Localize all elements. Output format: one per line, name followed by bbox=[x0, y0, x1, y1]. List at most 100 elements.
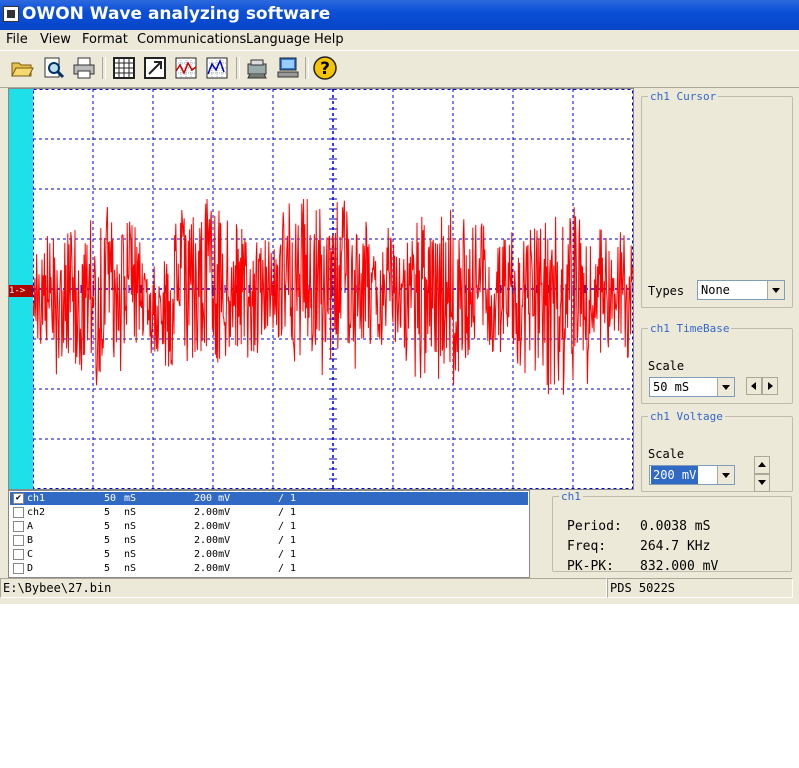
cursor-types-select[interactable]: None bbox=[697, 280, 785, 300]
waveform-plot bbox=[33, 89, 633, 489]
channel-time: 5 bbox=[104, 535, 111, 546]
pkpk-label: PK-PK: bbox=[567, 559, 614, 574]
channel-probe: / 1 bbox=[278, 535, 297, 546]
channel-probe: / 1 bbox=[278, 507, 297, 518]
toolbar-separator bbox=[102, 57, 106, 79]
menu-help[interactable]: Help bbox=[314, 32, 344, 47]
voltage-scale-value: 200 mV bbox=[651, 466, 699, 484]
channel-name: C bbox=[27, 549, 34, 560]
chevron-down-icon[interactable] bbox=[717, 466, 734, 484]
status-file-path: E:\Bybee\27.bin bbox=[0, 578, 607, 598]
channel-checkbox[interactable] bbox=[13, 549, 24, 560]
menu-view[interactable]: View bbox=[40, 32, 71, 47]
channel-volt: 2.00mV bbox=[194, 535, 231, 546]
table-icon[interactable] bbox=[112, 56, 136, 80]
waveform-icon[interactable] bbox=[174, 56, 198, 80]
channel-row[interactable]: B 5 nS 2.00mV / 1 bbox=[10, 534, 528, 547]
channel-time: 5 bbox=[104, 507, 111, 518]
channel-time: 5 bbox=[104, 549, 111, 560]
waveform-display[interactable]: 1-> bbox=[8, 88, 634, 490]
connect-icon[interactable] bbox=[276, 56, 300, 80]
timebase-panel: ch1 TimeBase Scale 50 mS bbox=[641, 322, 793, 404]
channel-time-unit: nS bbox=[124, 521, 137, 532]
toolbar: ? bbox=[0, 50, 799, 88]
channel-checkbox[interactable]: ✔ bbox=[13, 493, 24, 504]
menu-bar: File View Format Communications Language… bbox=[0, 30, 799, 50]
measurement-panel-title: ch1 bbox=[561, 490, 581, 503]
timebase-scale-label: Scale bbox=[648, 359, 685, 373]
channel-probe: / 1 bbox=[278, 563, 297, 574]
application-window: OWON Wave analyzing software File View F… bbox=[0, 0, 799, 604]
channel-row[interactable]: ch2 5 nS 2.00mV / 1 bbox=[10, 506, 528, 519]
channel-list[interactable]: ✔ ch1 50 mS 200 mV / 1 ch2 5 nS 2.00mV /… bbox=[8, 490, 530, 578]
period-label: Period: bbox=[567, 519, 622, 534]
channel-time-unit: mS bbox=[124, 493, 137, 504]
freq-label: Freq: bbox=[567, 539, 607, 554]
channel1-offset-marker[interactable]: 1-> bbox=[9, 285, 33, 297]
toolbar-separator bbox=[236, 57, 240, 79]
voltage-scale-select[interactable]: 200 mV bbox=[649, 465, 735, 485]
channel-name: B bbox=[27, 535, 34, 546]
channel-volt: 2.00mV bbox=[194, 507, 231, 518]
status-bar: E:\Bybee\27.bin PDS 5022S bbox=[0, 578, 799, 598]
voltage-panel: ch1 Voltage Scale 200 mV bbox=[641, 410, 793, 492]
timebase-scale-value: 50 mS bbox=[653, 380, 690, 394]
timebase-left-button[interactable] bbox=[746, 377, 762, 395]
channel-time: 5 bbox=[104, 563, 111, 574]
voltage-up-button[interactable] bbox=[754, 456, 770, 474]
measurement-panel: ch1 Period: 0.0038 mS Freq: 264.7 KHz PK… bbox=[552, 490, 792, 574]
app-icon[interactable] bbox=[3, 6, 19, 22]
channel-name: A bbox=[27, 521, 34, 532]
cursor-panel-title: ch1 Cursor bbox=[650, 90, 717, 103]
zoom-icon[interactable] bbox=[42, 56, 66, 80]
period-value: 0.0038 mS bbox=[640, 519, 711, 534]
channel-probe: / 1 bbox=[278, 493, 297, 504]
channel-name: ch1 bbox=[27, 493, 46, 504]
channel-checkbox[interactable] bbox=[13, 563, 24, 574]
freq-value: 264.7 KHz bbox=[640, 539, 711, 554]
channel-probe: / 1 bbox=[278, 521, 297, 532]
open-folder-icon[interactable] bbox=[10, 56, 34, 80]
channel-checkbox[interactable] bbox=[13, 507, 24, 518]
toolbar-separator bbox=[305, 57, 309, 79]
cursor-panel: ch1 Cursor Types None bbox=[641, 90, 793, 308]
title-bar: OWON Wave analyzing software bbox=[0, 0, 799, 30]
channel-time: 50 bbox=[104, 493, 117, 504]
timebase-panel-title: ch1 TimeBase bbox=[650, 322, 730, 335]
channel-checkbox[interactable] bbox=[13, 521, 24, 532]
channel-row[interactable]: ✔ ch1 50 mS 200 mV / 1 bbox=[10, 492, 528, 505]
channel-row[interactable]: D 5 nS 2.00mV / 1 bbox=[10, 562, 528, 575]
export-icon[interactable] bbox=[143, 56, 167, 80]
help-glyph: ? bbox=[320, 59, 330, 79]
channel-time-unit: nS bbox=[124, 563, 137, 574]
channel-time-unit: nS bbox=[124, 549, 137, 560]
print-icon[interactable] bbox=[72, 56, 96, 80]
channel-checkbox[interactable] bbox=[13, 535, 24, 546]
help-icon[interactable]: ? bbox=[313, 56, 337, 80]
menu-language[interactable]: Language bbox=[246, 32, 310, 47]
menu-communications[interactable]: Communications bbox=[137, 32, 246, 47]
channel-name: D bbox=[27, 563, 34, 574]
timebase-right-button[interactable] bbox=[762, 377, 778, 395]
channel-probe: / 1 bbox=[278, 549, 297, 560]
channel-time: 5 bbox=[104, 521, 111, 532]
menu-format[interactable]: Format bbox=[82, 32, 128, 47]
channel-time-unit: nS bbox=[124, 507, 137, 518]
channel-name: ch2 bbox=[27, 507, 46, 518]
cursor-types-value: None bbox=[701, 283, 730, 297]
chevron-down-icon[interactable] bbox=[767, 281, 784, 299]
channel-row[interactable]: C 5 nS 2.00mV / 1 bbox=[10, 548, 528, 561]
timebase-scale-select[interactable]: 50 mS bbox=[649, 377, 735, 397]
channel-volt: 200 mV bbox=[194, 493, 231, 504]
types-label: Types bbox=[648, 284, 685, 298]
voltage-scale-label: Scale bbox=[648, 447, 685, 461]
channel-volt: 2.00mV bbox=[194, 549, 231, 560]
chevron-down-icon[interactable] bbox=[717, 378, 734, 396]
channel-row[interactable]: A 5 nS 2.00mV / 1 bbox=[10, 520, 528, 533]
channel-volt: 2.00mV bbox=[194, 563, 231, 574]
scope-grid bbox=[33, 89, 633, 489]
menu-file[interactable]: File bbox=[6, 32, 28, 47]
spectrum-icon[interactable] bbox=[205, 56, 229, 80]
pkpk-value: 832.000 mV bbox=[640, 559, 719, 574]
device-icon[interactable] bbox=[245, 56, 269, 80]
